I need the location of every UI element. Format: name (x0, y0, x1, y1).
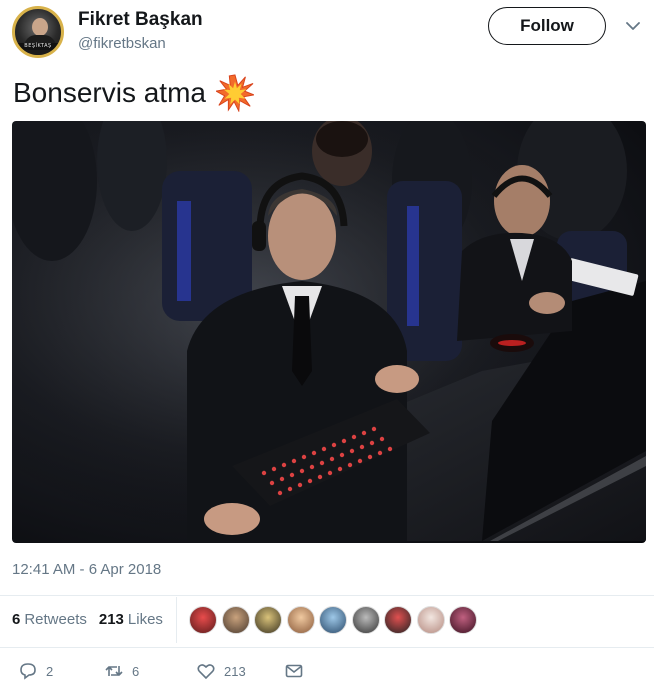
liker-avatars (189, 606, 482, 634)
liker-avatar[interactable] (319, 606, 347, 634)
avatar-banner-text: BEŞİKTAŞ (17, 43, 59, 50)
user-avatar[interactable]: BEŞİKTAŞ (12, 6, 64, 58)
chevron-down-icon[interactable] (625, 20, 641, 32)
divider-top (0, 595, 654, 596)
tweet-actions: 2 6 213 (12, 661, 332, 681)
retweets-stat[interactable]: 6 Retweets (12, 611, 87, 631)
heart-icon (197, 664, 215, 680)
retweets-label: Retweets (24, 611, 87, 628)
like-count: 213 (224, 663, 246, 679)
retweet-action[interactable]: 6 (104, 661, 139, 681)
avatar-head (32, 18, 48, 36)
liker-avatar[interactable] (384, 606, 412, 634)
liker-avatar[interactable] (221, 606, 250, 634)
tweet-header: BEŞİKTAŞ Fikret Başkan @fikretbskan Foll… (12, 6, 642, 58)
stats-separator (176, 597, 177, 643)
divider-bottom (0, 647, 654, 648)
reply-count: 2 (46, 663, 54, 679)
follow-button[interactable]: Follow (488, 7, 606, 45)
liker-avatar[interactable] (416, 606, 445, 634)
tweet-timestamp[interactable]: 12:41 AM - 6 Apr 2018 (12, 561, 161, 578)
tweet-stats: 6 Retweets 213 Likes (12, 611, 175, 631)
likes-label: Likes (127, 611, 163, 628)
liker-avatar[interactable] (351, 606, 380, 634)
message-action[interactable] (284, 661, 304, 681)
like-action[interactable]: 213 (196, 661, 246, 681)
gaming-event-illustration (12, 121, 646, 543)
retweet-icon (105, 666, 123, 676)
likes-count: 213 (98, 611, 124, 628)
liker-avatar[interactable] (449, 606, 477, 634)
display-name[interactable]: Fikret Başkan (78, 9, 203, 31)
liker-avatar[interactable] (254, 606, 282, 634)
collision-emoji-icon (215, 74, 254, 112)
reply-action[interactable]: 2 (18, 661, 53, 681)
retweet-count: 6 (132, 663, 140, 679)
liker-avatar[interactable] (189, 606, 217, 634)
tweet-text-container: Bonservis atma (13, 74, 254, 112)
liker-avatar[interactable] (286, 606, 315, 634)
tweet-text: Bonservis atma (13, 77, 206, 108)
envelope-icon (285, 664, 303, 678)
user-handle[interactable]: @fikretbskan (78, 35, 166, 52)
likes-stat[interactable]: 213 Likes (99, 611, 163, 631)
tweet-photo[interactable] (12, 121, 646, 543)
retweets-count: 6 (12, 611, 21, 628)
reply-icon (20, 663, 36, 680)
